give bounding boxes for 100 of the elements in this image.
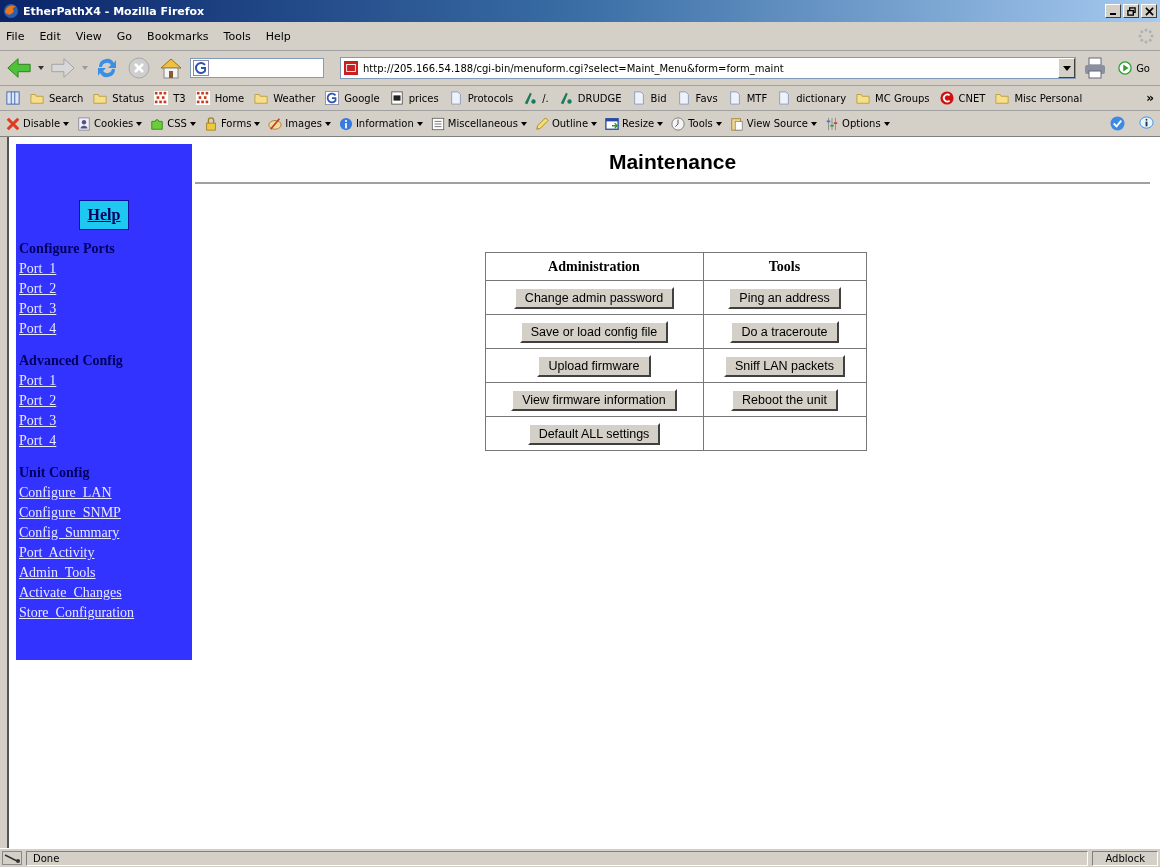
cross-icon (6, 116, 20, 131)
sidebar-link[interactable]: Port 1 (19, 259, 57, 279)
menu-item[interactable]: View (75, 29, 102, 43)
bookmark-item[interactable]: Misc Personal (995, 91, 1083, 105)
sidebar-link[interactable]: Port 3 (19, 299, 57, 319)
restore-icon (1126, 6, 1136, 16)
tool-action-button[interactable]: Sniff LAN packets (723, 355, 846, 377)
tool-action-button[interactable]: Ping an address (728, 287, 841, 309)
menu-item[interactable]: Bookmarks (147, 29, 209, 43)
bookmark-item[interactable]: Home (195, 91, 245, 105)
minimize-button[interactable] (1105, 4, 1121, 18)
bookmark-item[interactable]: DRUDGE (558, 91, 622, 105)
sidebar-link[interactable]: Port 4 (19, 431, 57, 451)
sidebar-link[interactable]: Admin Tools (19, 563, 96, 583)
bookmark-item[interactable]: T3 (154, 91, 186, 105)
bookmark-item[interactable]: CNET (939, 91, 986, 105)
toolbar-menu-button[interactable]: View Source (729, 116, 818, 131)
address-field[interactable]: http://205.166.54.188/cgi-bin/menuform.cgi?select=Maint_Menu&form=form_maint (340, 57, 1077, 79)
go-button[interactable]: Go (1114, 61, 1154, 75)
status-text: Done (26, 850, 1089, 866)
stop-icon[interactable] (126, 56, 152, 80)
toolbar-menu-button[interactable]: Outline (534, 116, 598, 131)
caret-icon (189, 121, 196, 126)
toolbar-menu-button[interactable]: Miscellaneous (430, 116, 527, 131)
clock-icon (671, 116, 686, 131)
bookmark-item[interactable]: /. (523, 91, 549, 105)
bookmark-item[interactable]: Google (325, 91, 380, 105)
menu-item[interactable]: File (6, 29, 25, 43)
bookmark-item[interactable]: prices (389, 91, 439, 105)
bookmark-item[interactable]: Weather (254, 91, 316, 105)
sidebar-link[interactable]: Activate Changes (19, 583, 122, 603)
menu-item[interactable]: Help (265, 29, 291, 43)
toolbar-menu-button[interactable]: Cookies (77, 116, 143, 131)
bookmark-item[interactable]: MTF (727, 91, 768, 105)
sidebar-link[interactable]: Port 2 (19, 279, 57, 299)
tool-action-button[interactable]: Reboot the unit (731, 389, 838, 411)
toolbar-menu-button[interactable]: CSS (150, 116, 196, 131)
toolbar-menu-button[interactable]: Forms (203, 116, 261, 131)
more-bookmarks-button[interactable]: » (1146, 91, 1154, 105)
caret-icon[interactable] (38, 66, 44, 70)
bookmarks-sidebar-icon[interactable] (6, 91, 20, 105)
lock-icon (203, 116, 218, 131)
dropdown-caret-icon[interactable] (1062, 65, 1071, 71)
folder-icon (93, 91, 108, 105)
restore-button[interactable] (1123, 4, 1139, 18)
sidebar-link[interactable]: Port 1 (19, 371, 57, 391)
admin-action-button[interactable]: Save or load config file (519, 321, 669, 343)
caret-icon (416, 121, 423, 126)
sidebar-link[interactable]: Config Summary (19, 523, 120, 543)
caret-icon (324, 121, 331, 126)
search-field[interactable] (190, 58, 324, 78)
bookmark-item[interactable]: Bid (631, 91, 667, 105)
caret-icon (520, 121, 527, 126)
bookmark-item[interactable]: dictionary (777, 91, 847, 105)
folder-icon (856, 91, 871, 105)
admin-action-button[interactable]: View firmware information (511, 389, 677, 411)
home-icon[interactable] (158, 56, 184, 80)
sidebar-link[interactable]: Configure SNMP (19, 503, 121, 523)
sidebar-link[interactable]: Configure LAN (19, 483, 112, 503)
window-icon (605, 116, 620, 131)
checkered-icon (195, 91, 210, 105)
bookmark-item[interactable]: MC Groups (856, 91, 930, 105)
site-favicon-icon (344, 61, 358, 75)
admin-action-button[interactable]: Default ALL settings (527, 423, 661, 445)
toolbar-menu-button[interactable]: Information (338, 116, 423, 131)
bookmark-item[interactable]: Favs (676, 91, 718, 105)
toolbar-menu-button[interactable]: Tools (671, 116, 722, 131)
caret-icon (136, 121, 143, 126)
menu-item[interactable]: Edit (39, 29, 61, 43)
bookmark-item[interactable]: Search (30, 91, 84, 105)
toolbar-menu-button[interactable]: Images (268, 116, 331, 131)
slash-dot-icon (558, 91, 573, 105)
sidebar-link[interactable]: Port 2 (19, 391, 57, 411)
adblock-status[interactable]: Adblock (1092, 850, 1158, 866)
help-link[interactable]: Help (78, 200, 130, 230)
sidebar-link[interactable]: Store Configuration (19, 603, 135, 623)
bookmark-item[interactable]: Protocols (448, 91, 514, 105)
admin-action-button[interactable]: Change admin password (513, 287, 675, 309)
back-arrow-icon[interactable] (6, 56, 32, 80)
folder-icon (995, 91, 1010, 105)
page-icon (727, 91, 742, 105)
tool-action-button[interactable]: Do a traceroute (730, 321, 839, 343)
toolbar-menu-button[interactable]: Disable (6, 116, 70, 131)
menu-item[interactable]: Go (116, 29, 133, 43)
play-icon (1118, 61, 1133, 75)
close-icon (1144, 6, 1154, 16)
admin-action-button[interactable]: Upload firmware (537, 355, 651, 377)
info-bubble-icon[interactable] (1139, 116, 1154, 131)
toolbar-menu-button[interactable]: Resize (605, 116, 664, 131)
checkmark-icon[interactable] (1110, 116, 1125, 131)
close-button[interactable] (1141, 4, 1157, 18)
folder-icon (254, 91, 269, 105)
letter-g-icon (325, 91, 340, 105)
menu-item[interactable]: Tools (223, 29, 251, 43)
sidebar-link[interactable]: Port 4 (19, 319, 57, 339)
sidebar-link[interactable]: Port 3 (19, 411, 57, 431)
sidebar-link[interactable]: Port Activity (19, 543, 95, 563)
bookmark-item[interactable]: Status (93, 91, 145, 105)
caret-icon (657, 121, 664, 126)
toolbar-menu-button[interactable]: Options (825, 116, 890, 131)
